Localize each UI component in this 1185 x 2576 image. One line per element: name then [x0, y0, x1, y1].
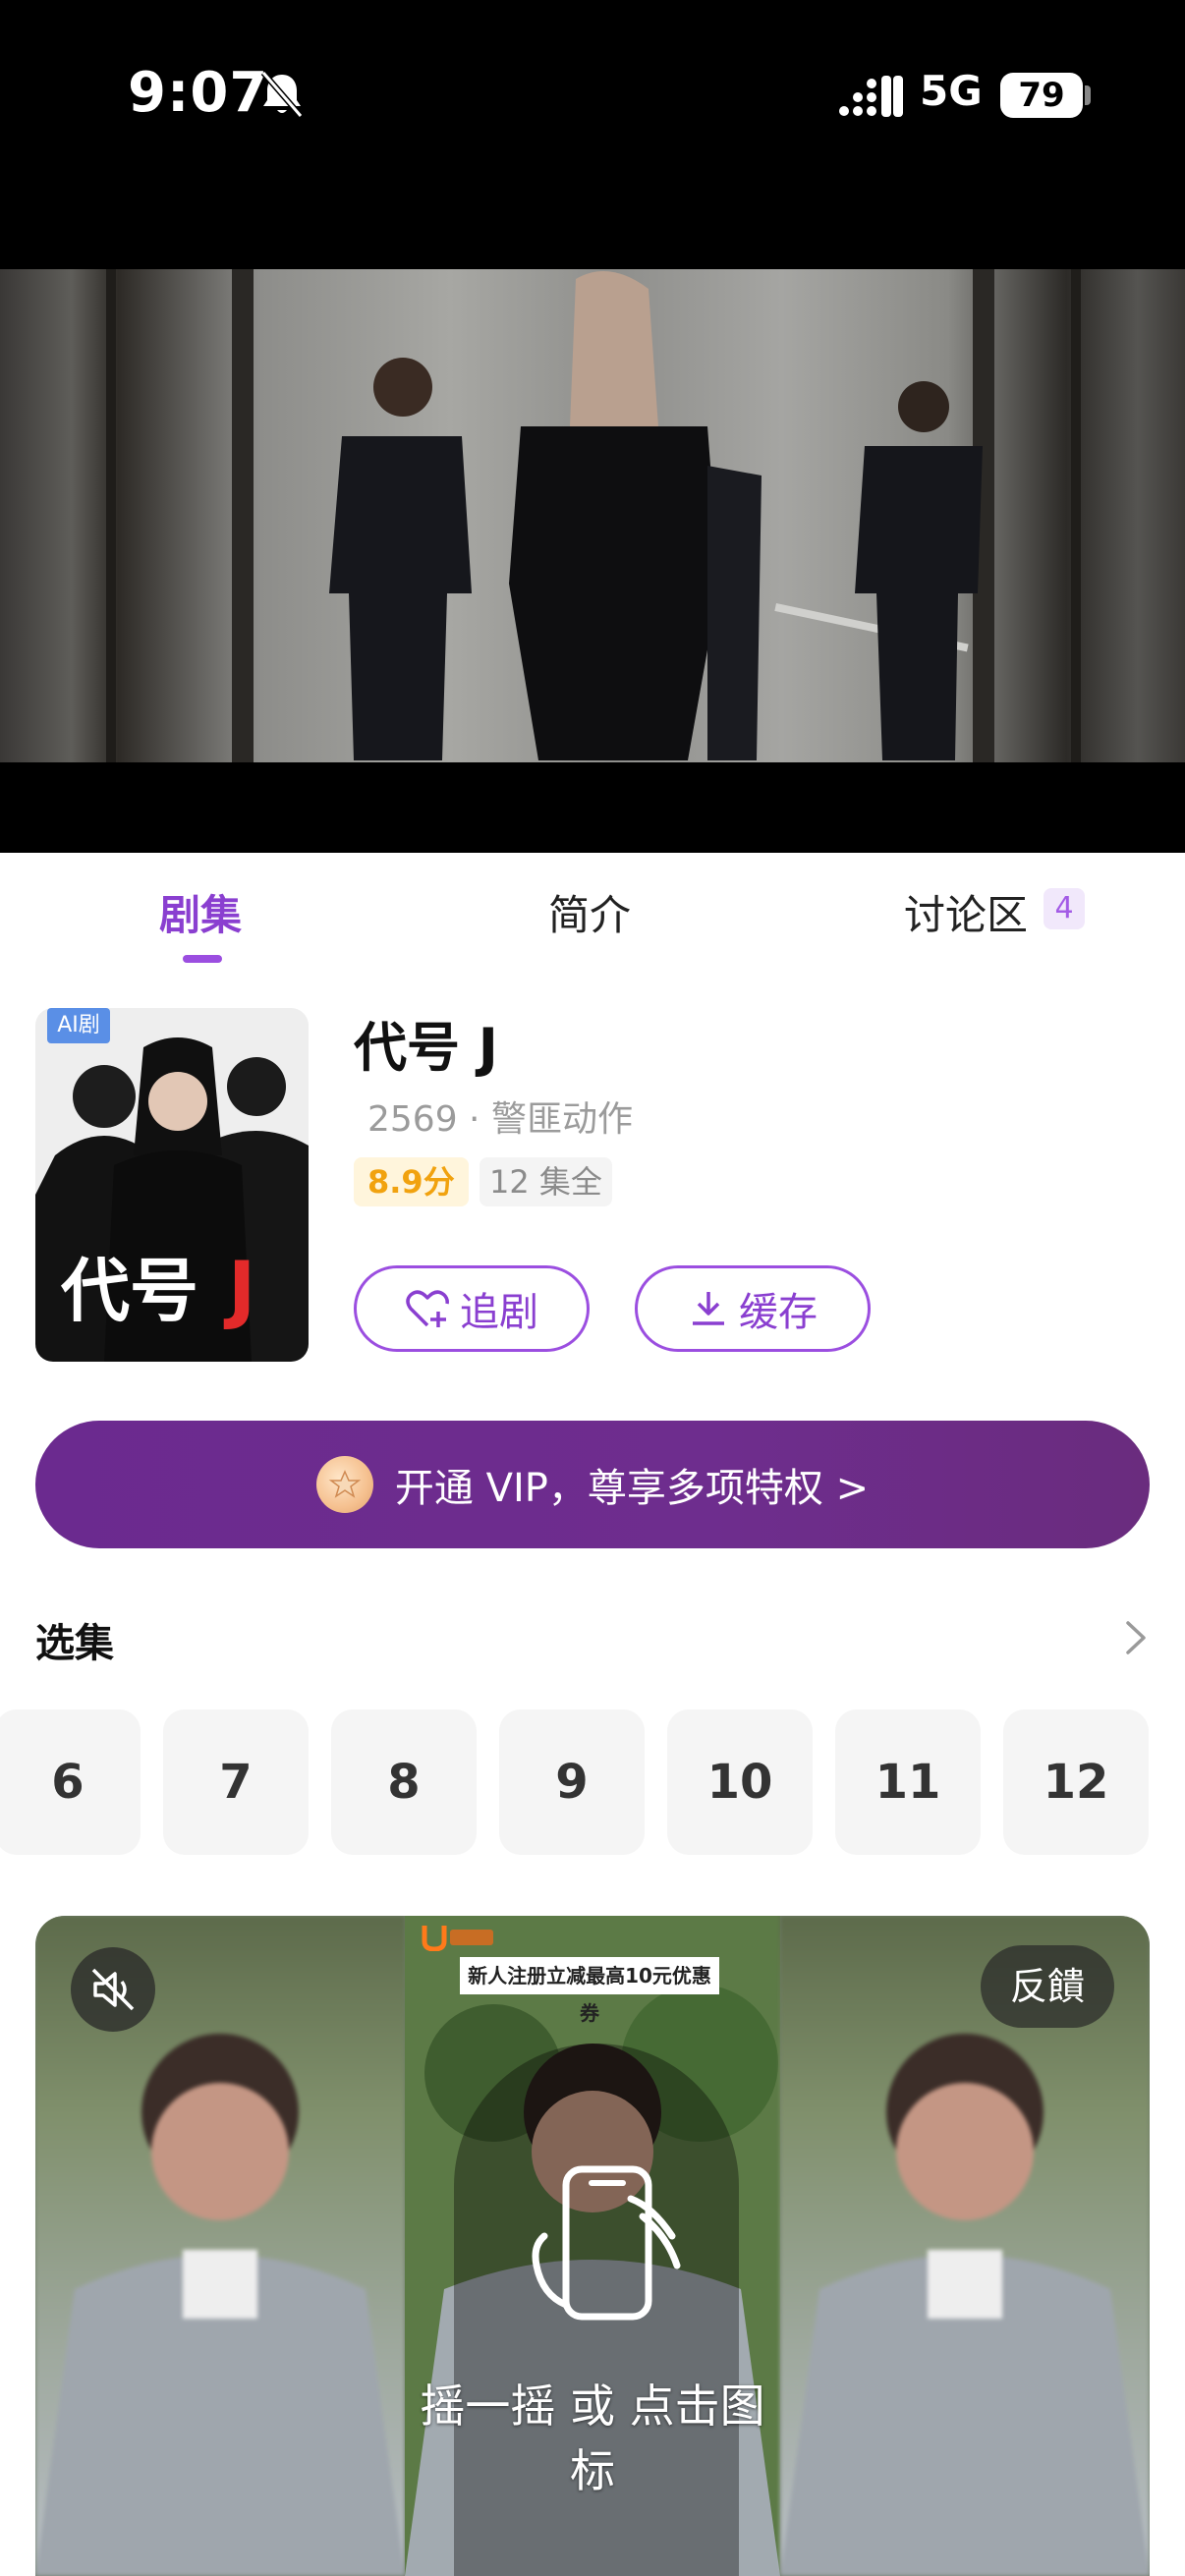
cache-label: 缓存 [739, 1290, 818, 1335]
download-icon [693, 1292, 724, 1325]
tab-discussion[interactable]: 讨论区 [904, 882, 1028, 942]
poster-artwork: 代号 J [35, 1008, 309, 1362]
ad-feedback-button[interactable]: 反饋 [981, 1945, 1114, 2028]
vip-coin-icon [315, 1456, 373, 1513]
episode-button[interactable]: 10 [667, 1709, 813, 1855]
episode-button[interactable]: 11 [835, 1709, 981, 1855]
vip-banner[interactable]: 开通 VIP，尊享多项特权 > [35, 1421, 1150, 1548]
drama-title: 代号 J [354, 1017, 498, 1079]
episode-count-badge: 12 集全 [480, 1157, 612, 1206]
ai-drama-tag: AI剧 [47, 1008, 110, 1043]
discussion-count-badge: 4 [1044, 888, 1085, 929]
drama-detail-page: 9:07 5G 79 剧集 简介 讨论区 4 代号 J AI剧 代号 J 256… [0, 0, 1185, 2576]
video-player[interactable] [0, 269, 1185, 762]
episode-button[interactable]: 6 [0, 1709, 141, 1855]
follow-button[interactable]: 追剧 [354, 1265, 590, 1352]
chevron-right-icon[interactable] [1122, 1617, 1150, 1658]
tab-intro[interactable]: 简介 [548, 882, 631, 942]
mute-icon [91, 1968, 135, 2011]
episode-picker-title: 选集 [35, 1621, 114, 1666]
svg-text:代号: 代号 [60, 1251, 198, 1331]
tab-episodes[interactable]: 剧集 [159, 882, 242, 942]
status-time: 9:07 [128, 61, 269, 125]
episode-button[interactable]: 9 [499, 1709, 645, 1855]
cache-button[interactable]: 缓存 [635, 1265, 871, 1352]
silent-bell-icon [260, 71, 304, 118]
ad-promo-banner: 新人注册立减最高10元优惠券 [460, 1957, 719, 2025]
drama-meta: 2569 · 警匪动作 [367, 1099, 633, 1140]
tab-bar: 剧集 简介 讨论区 4 [0, 853, 1185, 971]
episode-button[interactable]: 8 [331, 1709, 477, 1855]
network-type: 5G [920, 67, 983, 115]
tab-active-indicator [183, 955, 222, 963]
ad-brand-logo [422, 1926, 493, 1951]
status-bar: 9:07 5G 79 [0, 0, 1185, 269]
heart-plus-icon [406, 1290, 449, 1327]
ad-card[interactable]: 新人注册立减最高10元优惠券 反饋 摇一摇 或 点击图标 [35, 1916, 1150, 2576]
episode-button[interactable]: 7 [163, 1709, 309, 1855]
drama-poster[interactable]: 代号 J [35, 1008, 309, 1362]
svg-text:J: J [223, 1245, 255, 1332]
vip-label: 开通 VIP，尊享多项特权 > [394, 1466, 870, 1511]
mute-button[interactable] [71, 1947, 155, 2032]
battery-level: 79 [1000, 73, 1083, 118]
rating-badge: 8.9分 [354, 1157, 469, 1206]
episode-list: 6 7 8 9 10 11 12 [0, 1709, 1185, 1857]
video-letterbox [0, 762, 1185, 853]
episode-button[interactable]: 12 [1003, 1709, 1149, 1855]
follow-label: 追剧 [460, 1290, 538, 1335]
battery-cap [1085, 85, 1091, 105]
video-frame [106, 269, 1081, 762]
signal-icon [839, 76, 903, 117]
ad-shake-hint: 摇一摇 或 点击图标 [420, 2380, 765, 2497]
shake-phone-icon[interactable] [505, 2157, 698, 2354]
